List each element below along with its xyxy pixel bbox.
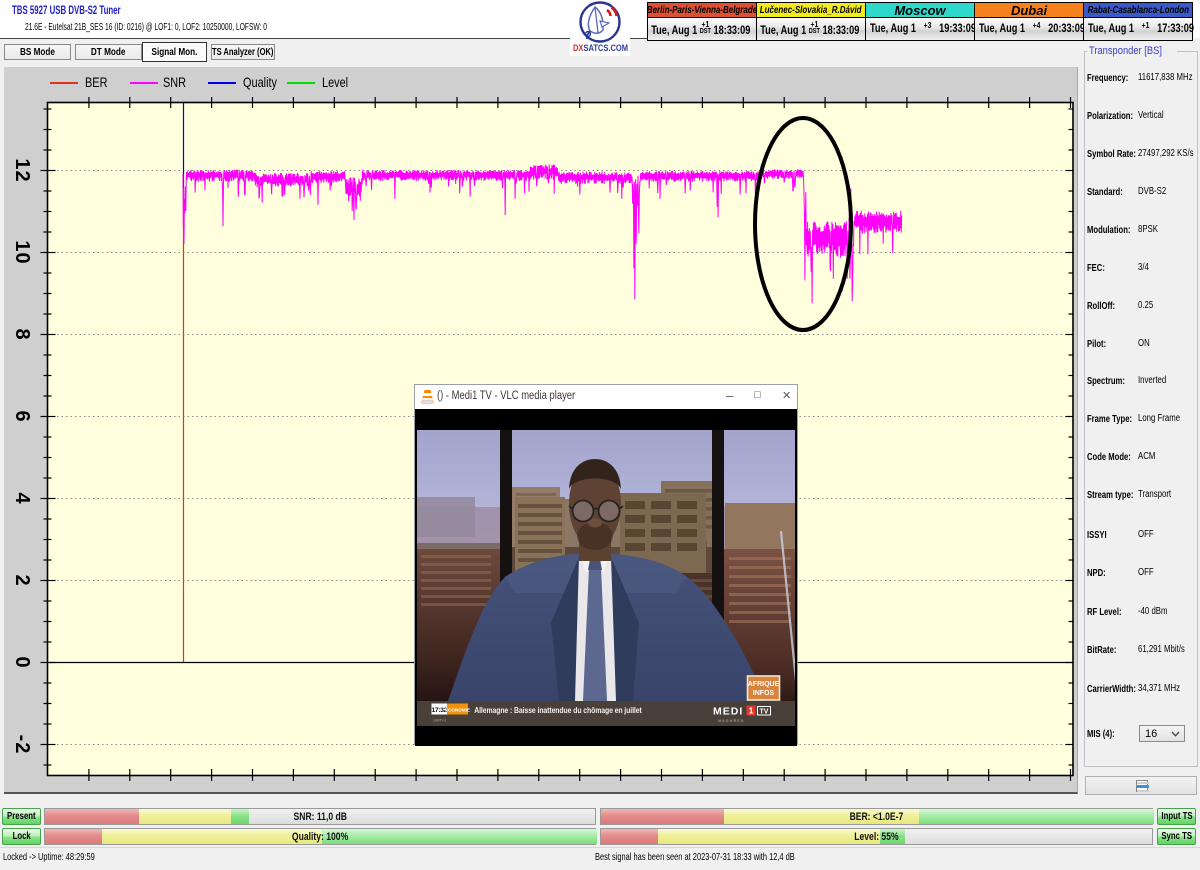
svg-text:1: 1 [749,706,754,716]
svg-text:MEDI: MEDI [713,706,743,718]
svg-text:DXSATCS.COM: DXSATCS.COM [573,43,628,54]
svg-text:2: 2 [11,574,33,586]
svg-text:12: 12 [11,158,33,182]
svg-text:0: 0 [11,656,33,668]
svg-text:Allemagne : Baisse inattendue: Allemagne : Baisse inattendue du chômage… [474,705,642,715]
svg-text:-2: -2 [11,735,33,755]
svg-text:AFRIQUE: AFRIQUE [748,681,780,688]
svg-text:INFOS: INFOS [753,690,775,697]
svg-text:MAGHREB: MAGHREB [718,719,745,723]
svg-text:4: 4 [11,492,33,504]
svg-text:TV: TV [760,709,769,716]
svg-text:ÉCONOMIE: ÉCONOMIE [445,706,470,713]
svg-text:GMT+1: GMT+1 [433,718,447,723]
svg-text:10: 10 [11,240,33,264]
svg-text:6: 6 [11,410,33,422]
svg-text:8: 8 [11,328,33,340]
